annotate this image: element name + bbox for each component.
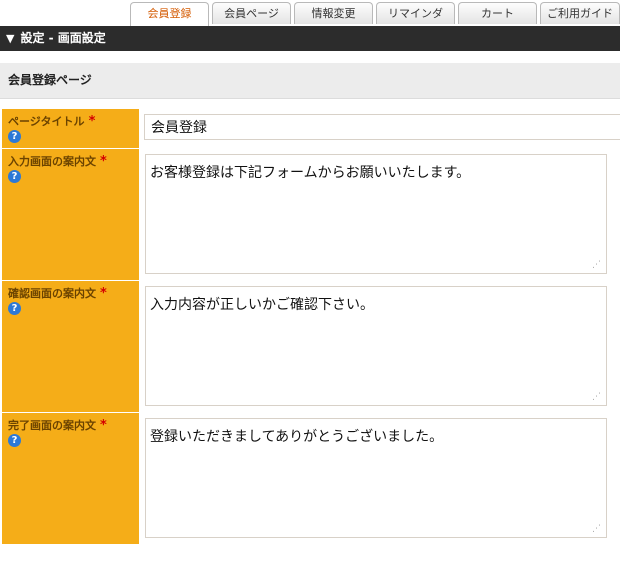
- resize-grip-icon[interactable]: ⋰: [592, 260, 602, 270]
- help-icon[interactable]: ?: [8, 434, 21, 447]
- tab-bar: 会員登録 会員ページ 情報変更 リマインダ カート ご利用ガイド: [0, 2, 620, 26]
- field-label-cell: ページタイトル * ?: [2, 109, 139, 148]
- form-row-page-title: ページタイトル * ?: [0, 109, 620, 148]
- field-label-cell: 入力画面の案内文 * ?: [2, 149, 139, 280]
- confirm-guidance-textarea[interactable]: 入力内容が正しいかご確認下さい。: [145, 286, 607, 406]
- resize-grip-icon[interactable]: ⋰: [592, 392, 602, 402]
- section-header: 会員登録ページ: [0, 63, 620, 99]
- resize-grip-icon[interactable]: ⋰: [592, 524, 602, 534]
- help-icon[interactable]: ?: [8, 130, 21, 143]
- field-label: 完了画面の案内文: [8, 419, 96, 432]
- tab-member-registration[interactable]: 会員登録: [130, 2, 209, 26]
- titlebar-text: 設定 - 画面設定: [20, 31, 106, 45]
- triangle-down-icon: ▼: [6, 32, 15, 45]
- tab-member-page[interactable]: 会員ページ: [212, 2, 291, 24]
- form-row-input-guidance: 入力画面の案内文 * ? お客様登録は下記フォームからお願いいたします。 ⋰: [0, 149, 620, 280]
- required-mark: *: [100, 418, 107, 433]
- settings-titlebar[interactable]: ▼ 設定 - 画面設定: [0, 26, 620, 51]
- field-label: 入力画面の案内文: [8, 155, 96, 168]
- input-guidance-textarea[interactable]: お客様登録は下記フォームからお願いいたします。: [145, 154, 607, 274]
- tab-user-guide[interactable]: ご利用ガイド: [540, 2, 620, 24]
- field-label-cell: 確認画面の案内文 * ?: [2, 281, 139, 412]
- required-mark: *: [100, 154, 107, 169]
- tab-info-change[interactable]: 情報変更: [294, 2, 373, 24]
- help-icon[interactable]: ?: [8, 302, 21, 315]
- tab-cart[interactable]: カート: [458, 2, 537, 24]
- complete-guidance-textarea[interactable]: 登録いただきましてありがとうございました。: [145, 418, 607, 538]
- form-row-confirm-guidance: 確認画面の案内文 * ? 入力内容が正しいかご確認下さい。 ⋰: [0, 281, 620, 412]
- field-label: 確認画面の案内文: [8, 287, 96, 300]
- tab-reminder[interactable]: リマインダ: [376, 2, 455, 24]
- help-icon[interactable]: ?: [8, 170, 21, 183]
- required-mark: *: [88, 114, 96, 129]
- form-row-complete-guidance: 完了画面の案内文 * ? 登録いただきましてありがとうございました。 ⋰: [0, 413, 620, 544]
- field-label-cell: 完了画面の案内文 * ?: [2, 413, 139, 544]
- required-mark: *: [100, 286, 107, 301]
- page-title-input[interactable]: [144, 114, 620, 140]
- section-title: 会員登録ページ: [8, 73, 92, 87]
- field-label: ページタイトル: [8, 115, 85, 128]
